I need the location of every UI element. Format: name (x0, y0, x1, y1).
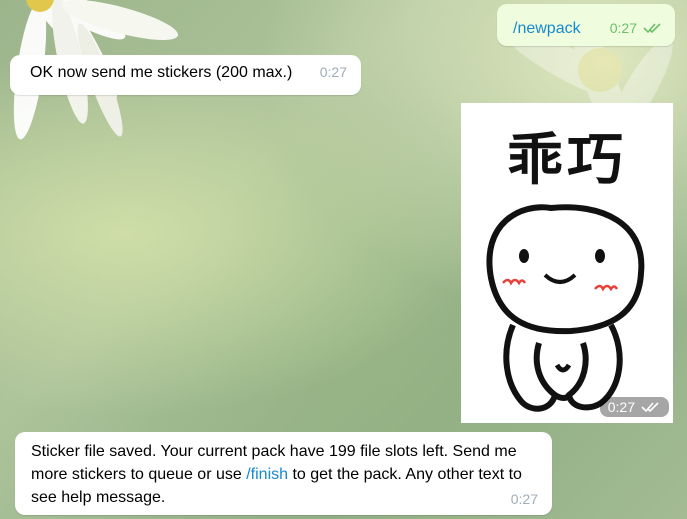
message-text: OK now send me stickers (200 max.) (30, 64, 293, 81)
outgoing-message-newpack[interactable]: /newpack 0:27 (497, 4, 675, 46)
sticker-time-badge: 0:27 (599, 397, 669, 417)
smiling-blob-sticker-icon (486, 204, 645, 412)
double-check-icon (641, 402, 659, 413)
sticker-message[interactable]: 乖巧 0:27 (461, 103, 673, 423)
message-body: Sticker file saved. Your current pack ha… (31, 440, 538, 509)
double-check-icon (643, 23, 661, 34)
message-time: 0:27 (609, 20, 637, 36)
message-time: 0:27 (607, 399, 635, 415)
incoming-message-ok-send[interactable]: OK now send me stickers (200 max.) 0:27 (10, 55, 361, 95)
incoming-message-saved[interactable]: Sticker file saved. Your current pack ha… (15, 432, 552, 515)
message-time: 0:27 (510, 491, 538, 507)
finish-command-link[interactable]: /finish (246, 466, 288, 483)
message-text: /newpack (513, 20, 581, 37)
message-time: 0:27 (319, 64, 347, 80)
